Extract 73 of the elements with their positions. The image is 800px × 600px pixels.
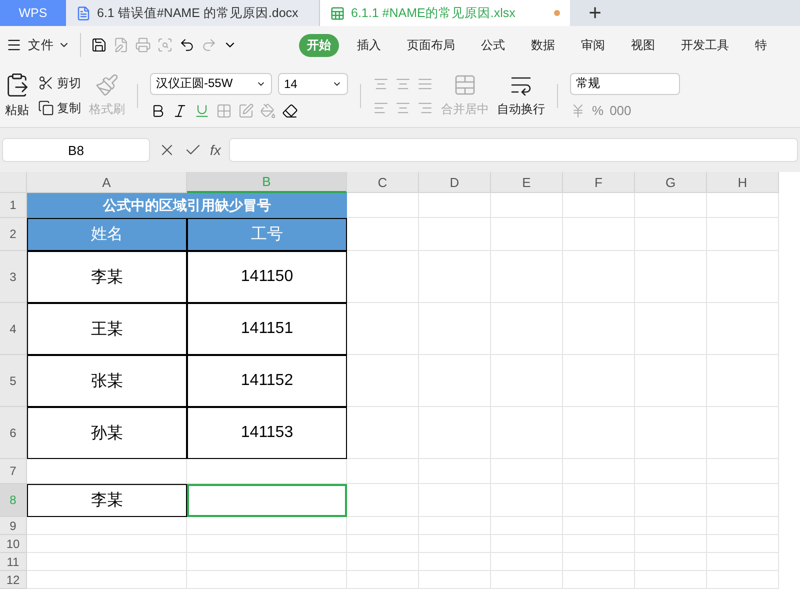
row-header[interactable]: 12 bbox=[0, 571, 27, 589]
column-header[interactable]: E bbox=[491, 172, 563, 193]
select-all-corner[interactable] bbox=[0, 172, 27, 193]
document-icon bbox=[76, 6, 91, 20]
table-cell[interactable]: 孙某 bbox=[27, 407, 187, 459]
save-icon[interactable] bbox=[91, 37, 107, 53]
ribbon-tab[interactable]: 视图 bbox=[623, 34, 663, 56]
undo-icon[interactable] bbox=[179, 37, 195, 53]
row-header[interactable]: 10 bbox=[0, 535, 27, 553]
column-header[interactable]: G bbox=[635, 172, 707, 193]
fill-color-icon[interactable] bbox=[260, 102, 276, 118]
underline-icon[interactable] bbox=[194, 102, 210, 118]
ribbon-tab[interactable]: 开始 bbox=[299, 34, 339, 56]
document-tab[interactable]: 6.1 错误值#NAME 的常见原因.docx bbox=[66, 0, 320, 26]
table-cell[interactable]: 李某 bbox=[27, 251, 187, 303]
column-header[interactable]: H bbox=[707, 172, 779, 193]
row-header[interactable]: 11 bbox=[0, 553, 27, 571]
row-header[interactable]: 1 bbox=[0, 193, 27, 218]
percent-button[interactable]: % bbox=[592, 103, 604, 118]
column-header[interactable]: F bbox=[563, 172, 635, 193]
print-icon[interactable] bbox=[135, 37, 151, 53]
table-cell[interactable]: 141153 bbox=[187, 407, 347, 459]
row-header[interactable]: 5 bbox=[0, 355, 27, 407]
paintbrush-icon bbox=[95, 73, 119, 97]
italic-icon[interactable] bbox=[172, 102, 188, 118]
function-button[interactable]: fx bbox=[210, 142, 221, 158]
formula-input[interactable] bbox=[228, 138, 798, 162]
preview-icon[interactable] bbox=[157, 37, 173, 53]
ribbon-tab[interactable]: 数据 bbox=[523, 34, 563, 56]
column-header[interactable]: C bbox=[347, 172, 419, 193]
redo-icon[interactable] bbox=[201, 37, 217, 53]
table-cell[interactable]: 141150 bbox=[187, 251, 347, 303]
row-header[interactable]: 4 bbox=[0, 303, 27, 355]
merge-cells-icon bbox=[453, 73, 477, 97]
row-header[interactable]: 6 bbox=[0, 407, 27, 459]
font-field[interactable]: 汉仪正圆-55W bbox=[150, 72, 272, 94]
ribbon-tab[interactable]: 开发工具 bbox=[673, 34, 737, 56]
paste-button[interactable]: 粘贴 bbox=[4, 72, 30, 119]
row-header[interactable]: 3 bbox=[0, 251, 27, 303]
table-cell[interactable]: 王某 bbox=[27, 303, 187, 355]
cut-button[interactable]: 剪切 bbox=[38, 74, 81, 92]
wrap-text-button[interactable]: 自动换行 bbox=[497, 73, 545, 118]
file-menu[interactable]: 文件 bbox=[28, 36, 70, 54]
eraser-icon[interactable] bbox=[282, 102, 298, 118]
font-size-field[interactable]: 14 bbox=[278, 72, 348, 94]
ribbon-tab[interactable]: 公式 bbox=[473, 34, 513, 56]
spreadsheet-icon bbox=[330, 6, 345, 20]
row-header[interactable]: 9 bbox=[0, 517, 27, 535]
ribbon-tab[interactable]: 审阅 bbox=[573, 34, 613, 56]
export-icon[interactable] bbox=[113, 37, 129, 53]
table-cell[interactable]: 141152 bbox=[187, 355, 347, 407]
copy-button[interactable]: 复制 bbox=[38, 100, 81, 116]
row-header[interactable]: 2 bbox=[0, 218, 27, 251]
document-tab[interactable]: WPS bbox=[0, 0, 66, 26]
table-cell[interactable]: 李某 bbox=[27, 484, 187, 517]
column-header[interactable]: A bbox=[27, 172, 187, 193]
column-header[interactable]: D bbox=[419, 172, 491, 193]
number-format-field[interactable]: 常规 bbox=[570, 72, 680, 94]
cell-style-icon[interactable] bbox=[238, 102, 254, 118]
scissors-icon bbox=[38, 75, 54, 91]
table-cell[interactable] bbox=[187, 484, 347, 517]
menu-icon[interactable] bbox=[6, 37, 22, 53]
table-cell[interactable]: 141151 bbox=[187, 303, 347, 355]
name-box[interactable]: B8 bbox=[2, 138, 150, 162]
table-cell[interactable]: 张某 bbox=[27, 355, 187, 407]
border-icon[interactable] bbox=[216, 102, 232, 118]
thousands-button[interactable]: 000 bbox=[610, 103, 632, 118]
ribbon-tab[interactable]: 页面布局 bbox=[399, 34, 463, 56]
ribbon-tab[interactable]: 特 bbox=[747, 34, 775, 56]
new-tab-button[interactable]: + bbox=[570, 0, 620, 26]
row-header[interactable]: 7 bbox=[0, 459, 27, 484]
copy-icon bbox=[38, 100, 54, 116]
ribbon-tab[interactable]: 插入 bbox=[349, 34, 389, 56]
